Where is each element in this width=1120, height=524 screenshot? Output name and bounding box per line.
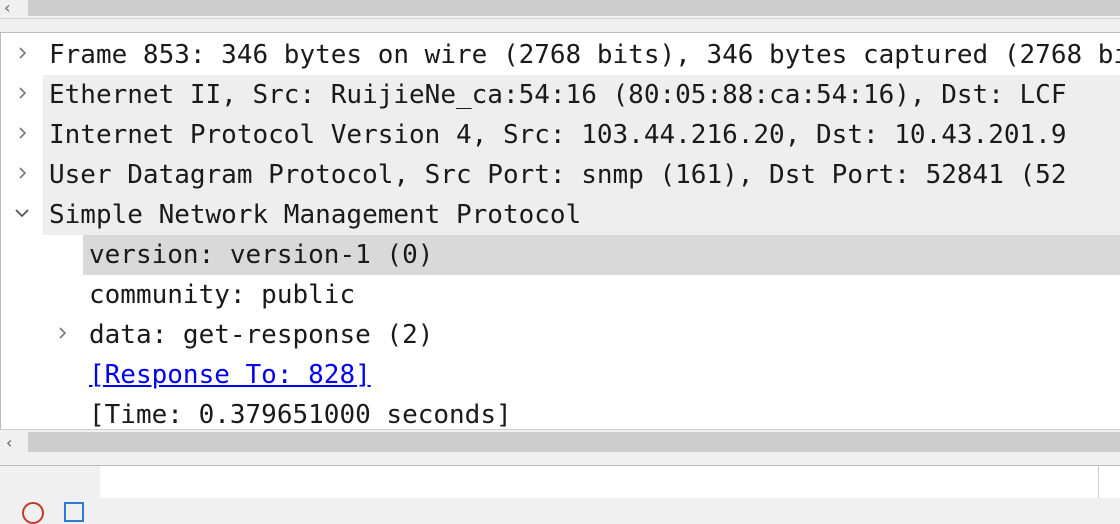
packet-bytes-pane[interactable] bbox=[0, 465, 1120, 499]
scroll-left-arrow-icon[interactable]: ‹ bbox=[4, 0, 24, 18]
chevron-down-icon[interactable] bbox=[13, 193, 33, 233]
tree-item-time[interactable]: [Time: 0.379651000 seconds] bbox=[83, 395, 1120, 430]
hex-offset-column bbox=[0, 466, 100, 498]
scroll-left-arrow-icon[interactable]: ‹ bbox=[6, 434, 12, 452]
tree-item-label: community: public bbox=[89, 280, 356, 310]
tree-item-label: data: get-response (2) bbox=[89, 320, 434, 350]
chevron-right-icon[interactable] bbox=[15, 113, 35, 153]
tree-item-label: Internet Protocol Version 4, Src: 103.44… bbox=[49, 120, 1067, 150]
packet-details-tree[interactable]: Frame 853: 346 bytes on wire (2768 bits)… bbox=[0, 32, 1120, 430]
tree-item-udp[interactable]: User Datagram Protocol, Src Port: snmp (… bbox=[43, 155, 1120, 195]
expert-info-icon[interactable] bbox=[22, 502, 44, 524]
chevron-right-icon[interactable] bbox=[15, 73, 35, 113]
tree-item-label: Ethernet II, Src: RuijieNe_ca:54:16 (80:… bbox=[49, 80, 1067, 110]
status-bar bbox=[0, 498, 1120, 524]
scrollbar-thumb[interactable] bbox=[28, 0, 1120, 16]
capture-file-icon[interactable] bbox=[64, 502, 84, 522]
pane-divider bbox=[1098, 466, 1099, 498]
response-to-link[interactable]: [Response To: 828] bbox=[89, 360, 371, 390]
tree-item-label: Frame 853: 346 bytes on wire (2768 bits)… bbox=[49, 40, 1120, 70]
tree-item-label: Simple Network Management Protocol bbox=[49, 200, 582, 230]
tree-item-label: version: version-1 (0) bbox=[89, 240, 434, 270]
top-horizontal-scrollbar[interactable]: ‹ bbox=[0, 0, 1120, 19]
tree-item-label: User Datagram Protocol, Src Port: snmp (… bbox=[49, 160, 1067, 190]
bottom-horizontal-scrollbar[interactable]: ‹ bbox=[0, 429, 1120, 456]
chevron-right-icon[interactable] bbox=[55, 313, 75, 353]
tree-item-label: [Time: 0.379651000 seconds] bbox=[89, 400, 512, 430]
pane-separator bbox=[0, 19, 1120, 32]
chevron-right-icon[interactable] bbox=[15, 153, 35, 193]
tree-item-version[interactable]: version: version-1 (0) bbox=[83, 235, 1120, 275]
tree-item-community[interactable]: community: public bbox=[83, 275, 1120, 315]
tree-item-frame[interactable]: Frame 853: 346 bytes on wire (2768 bits)… bbox=[43, 35, 1120, 75]
tree-item-data[interactable]: data: get-response (2) bbox=[83, 315, 1120, 355]
tree-item-ip[interactable]: Internet Protocol Version 4, Src: 103.44… bbox=[43, 115, 1120, 155]
chevron-right-icon[interactable] bbox=[15, 33, 35, 73]
tree-item-response-to[interactable]: [Response To: 828] bbox=[83, 355, 1120, 395]
scrollbar-thumb[interactable] bbox=[28, 432, 1120, 452]
tree-item-ethernet[interactable]: Ethernet II, Src: RuijieNe_ca:54:16 (80:… bbox=[43, 75, 1120, 115]
tree-item-snmp[interactable]: Simple Network Management Protocol bbox=[43, 195, 1120, 235]
